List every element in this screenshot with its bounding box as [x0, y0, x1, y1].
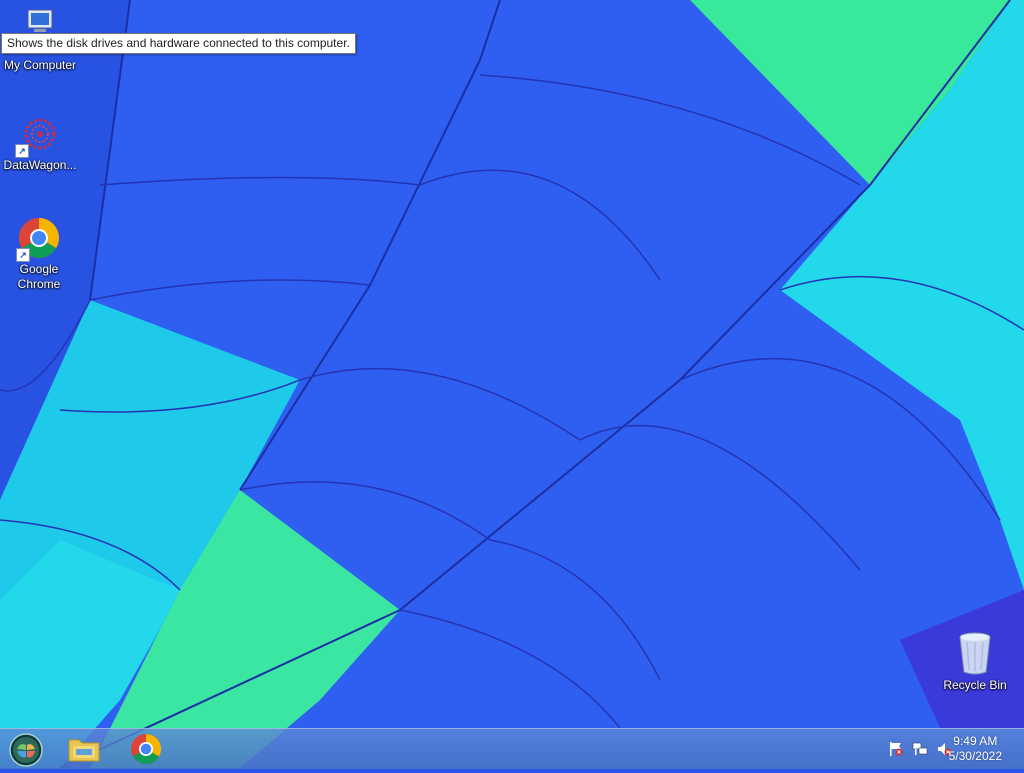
shortcut-arrow-icon: ↗: [15, 144, 29, 158]
action-center-flag-icon[interactable]: [888, 741, 904, 757]
taskbar-file-explorer-button[interactable]: [64, 732, 106, 766]
clock-time: 9:49 AM: [953, 734, 998, 748]
desktop-icon-label: DataWagon...: [3, 158, 77, 172]
taskbar: 9:49 AM 5/30/2022: [0, 728, 1024, 769]
clock-date: 5/30/2022: [948, 749, 1002, 763]
computer-icon: [27, 9, 53, 32]
system-tray: 9:49 AM 5/30/2022: [854, 729, 1024, 769]
taskbar-clock[interactable]: 9:49 AM 5/30/2022: [949, 734, 1002, 764]
file-explorer-icon: [68, 739, 100, 762]
tooltip: Shows the disk drives and hardware conne…: [1, 33, 356, 54]
desktop-wallpaper: [0, 0, 1024, 768]
chrome-icon: [131, 734, 162, 765]
start-orb-icon: [9, 733, 43, 767]
network-icon[interactable]: [912, 741, 928, 757]
taskbar-chrome-button[interactable]: [126, 732, 168, 766]
desktop-icon-datawagon[interactable]: ↗ DataWagon...: [1, 112, 79, 173]
shortcut-arrow-icon: ↗: [16, 248, 30, 262]
desktop-icon-label: Recycle Bin: [943, 678, 1007, 692]
desktop-icon-label: My Computer: [3, 58, 77, 72]
desktop-icon-google-chrome[interactable]: ↗ Google Chrome: [0, 216, 78, 292]
desktop-icon-label: Google Chrome: [17, 262, 61, 291]
recycle-bin-icon: [959, 632, 991, 675]
desktop-icon-recycle-bin[interactable]: Recycle Bin: [936, 630, 1014, 693]
start-button[interactable]: [4, 732, 48, 767]
